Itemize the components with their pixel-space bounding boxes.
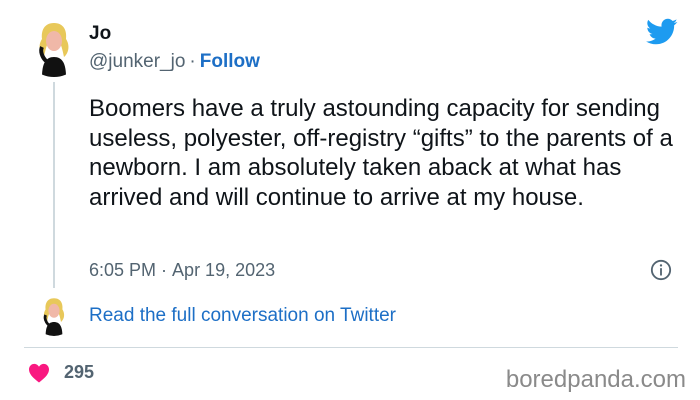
- tweet-timestamp[interactable]: 6:05 PM · Apr 19, 2023: [89, 260, 275, 281]
- tweet-text: Boomers have a truly astounding capacity…: [89, 95, 673, 211]
- read-conversation-link[interactable]: Read the full conversation on Twitter: [89, 305, 396, 327]
- author-handle[interactable]: @junker_jo: [89, 51, 185, 72]
- heart-icon[interactable]: [28, 363, 50, 383]
- thread-line: [53, 82, 55, 288]
- conversation-avatar[interactable]: [33, 294, 75, 336]
- source-watermark: boredpanda.com: [505, 366, 686, 393]
- handle-separator: ·: [189, 51, 196, 72]
- info-icon[interactable]: [650, 259, 672, 281]
- follow-button[interactable]: Follow: [200, 51, 260, 72]
- avatar-image: [33, 294, 75, 336]
- tweet-date: Apr 19, 2023: [172, 260, 276, 280]
- like-count: 295: [64, 362, 95, 382]
- author-name[interactable]: Jo: [89, 23, 111, 45]
- avatar-image: [24, 17, 84, 77]
- tweet-time: 6:05 PM: [89, 260, 157, 280]
- divider: [24, 347, 678, 348]
- author-avatar[interactable]: [24, 17, 84, 77]
- handle-row: @junker_jo · Follow: [89, 51, 260, 73]
- timestamp-separator: ·: [161, 260, 168, 280]
- twitter-bird-icon[interactable]: [646, 18, 678, 46]
